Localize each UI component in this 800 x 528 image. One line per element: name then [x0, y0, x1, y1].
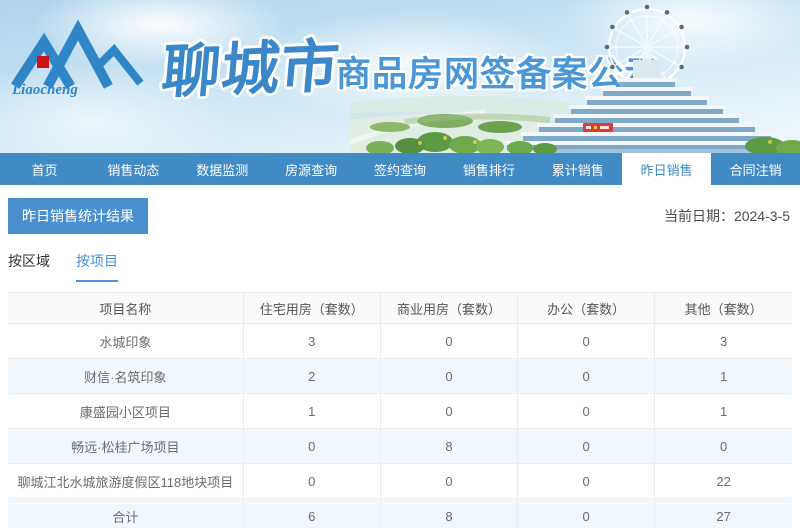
nav-item-yesterday-sales[interactable]: 昨日销售 [622, 153, 711, 185]
cell-value: 0 [380, 394, 517, 429]
nav-item-sales-trends[interactable]: 销售动态 [89, 153, 178, 185]
cell-value: 0 [518, 394, 655, 429]
tab-by-project[interactable]: 按项目 [76, 251, 118, 282]
cell-project-name: 聊城江北水城旅游度假区118地块项目 [8, 464, 243, 499]
banner-scene-illustration [350, 0, 800, 153]
cell-value: 3 [243, 324, 380, 359]
cell-value: 8 [380, 499, 517, 528]
cell-value: 2 [243, 359, 380, 394]
table-row: 财信·名筑印象 2 0 0 1 [8, 359, 792, 394]
page-title: 昨日销售统计结果 [8, 198, 148, 234]
tab-by-region[interactable]: 按区域 [8, 251, 50, 282]
nav-item-contract-cancellation[interactable]: 合同注销 [711, 153, 800, 185]
table-row-total: 合计 6 8 0 27 [8, 499, 792, 528]
nav-item-contract-query[interactable]: 签约查询 [356, 153, 445, 185]
view-tabs: 按区域 按项目 [8, 251, 792, 282]
cell-value: 1 [655, 394, 792, 429]
cell-project-name: 财信·名筑印象 [8, 359, 243, 394]
cell-value: 1 [243, 394, 380, 429]
cell-value: 0 [518, 429, 655, 464]
cell-project-name: 水城印象 [8, 324, 243, 359]
cell-value: 3 [655, 324, 792, 359]
nav-item-listing-query[interactable]: 房源查询 [267, 153, 356, 185]
cell-project-name: 畅远·松桂广场项目 [8, 429, 243, 464]
cell-value: 0 [655, 429, 792, 464]
table-row: 康盛园小区项目 1 0 0 1 [8, 394, 792, 429]
cell-value: 8 [380, 429, 517, 464]
section-header: 昨日销售统计结果 当前日期：2024-3-5 [8, 198, 792, 234]
current-date-label: 当前日期：2024-3-5 [664, 206, 792, 226]
column-header-office: 办公（套数） [518, 293, 655, 324]
cell-value: 0 [518, 359, 655, 394]
column-header-other: 其他（套数） [655, 293, 792, 324]
table-header-row: 项目名称 住宅用房（套数） 商业用房（套数） 办公（套数） 其他（套数） [8, 293, 792, 324]
cell-project-name: 康盛园小区项目 [8, 394, 243, 429]
logo-script-text: Liaocheng [11, 82, 78, 98]
main-nav: 首页 销售动态 数据监测 房源查询 签约查询 销售排行 累计销售 昨日销售 合同… [0, 153, 800, 185]
table-row: 聊城江北水城旅游度假区118地块项目 0 0 0 22 [8, 464, 792, 499]
nav-item-sales-ranking[interactable]: 销售排行 [444, 153, 533, 185]
red-sign [583, 123, 613, 132]
cell-value: 6 [243, 499, 380, 528]
nav-item-home[interactable]: 首页 [0, 153, 89, 185]
banner-city-name: 聊城市 [159, 19, 344, 109]
cell-value: 0 [518, 499, 655, 528]
cell-value: 0 [380, 359, 517, 394]
cell-value: 0 [380, 464, 517, 499]
site-banner: Liaocheng 聊城市 商品房网签备案公示 [0, 0, 800, 153]
cell-total-label: 合计 [8, 499, 243, 528]
cell-value: 1 [655, 359, 792, 394]
table-row: 水城印象 3 0 0 3 [8, 324, 792, 359]
column-header-project-name: 项目名称 [8, 293, 243, 324]
cell-value: 27 [655, 499, 792, 528]
nav-item-data-monitoring[interactable]: 数据监测 [178, 153, 267, 185]
cell-value: 0 [380, 324, 517, 359]
column-header-commercial: 商业用房（套数） [380, 293, 517, 324]
sales-statistics-table: 项目名称 住宅用房（套数） 商业用房（套数） 办公（套数） 其他（套数） 水城印… [8, 292, 792, 528]
content-area: 昨日销售统计结果 当前日期：2024-3-5 按区域 按项目 项目名称 住宅用房… [0, 198, 800, 528]
liaocheng-logo-icon: Liaocheng [10, 20, 160, 98]
nav-item-cumulative-sales[interactable]: 累计销售 [533, 153, 622, 185]
cell-value: 0 [518, 464, 655, 499]
cell-value: 0 [518, 324, 655, 359]
cell-value: 0 [243, 464, 380, 499]
column-header-residential: 住宅用房（套数） [243, 293, 380, 324]
table-row: 畅远·松桂广场项目 0 8 0 0 [8, 429, 792, 464]
cell-value: 0 [243, 429, 380, 464]
page: Liaocheng 聊城市 商品房网签备案公示 [0, 0, 800, 528]
cell-value: 22 [655, 464, 792, 499]
